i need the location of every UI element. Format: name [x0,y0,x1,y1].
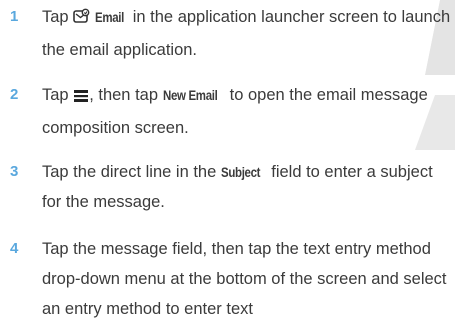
subject-keyword: Subject [220,164,261,180]
menu-icon [73,83,89,113]
step-text-part: Tap the direct line in the [42,163,217,181]
step-text: Tap the direct line in the Subject field… [42,157,452,217]
step-text: Tap , then tap New Email to open the ema… [42,80,452,143]
email-app-icon [73,5,90,35]
step-text-part: Tap [42,86,69,104]
new-email-keyword: New Email [162,87,218,103]
step-number: 3 [10,163,19,180]
email-keyword: Email [94,9,124,25]
step-text: Tap the message field, then tap the text… [42,240,447,318]
step-number: 4 [10,240,19,257]
step-text-part: , then tap [89,86,159,104]
step-text-part: Tap [42,8,69,26]
step-number: 2 [10,86,19,103]
step-number: 1 [10,8,19,25]
step-text: Tap Email in the application launcher sc… [42,2,452,65]
